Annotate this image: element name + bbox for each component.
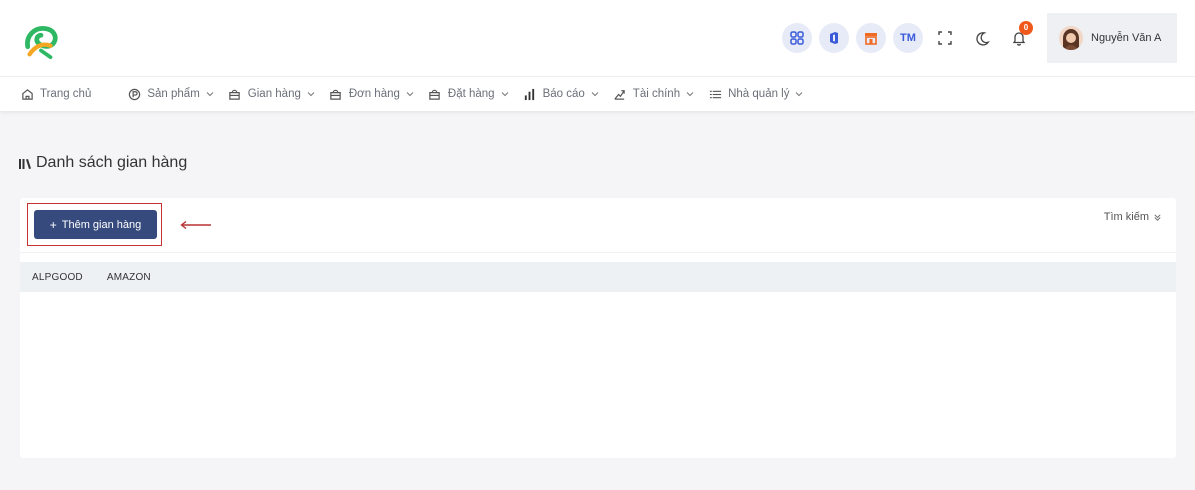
divider <box>20 252 1176 253</box>
notifications-button[interactable]: 0 <box>1004 21 1034 53</box>
top-header: TM 0 Nguyễn Văn A <box>0 0 1195 76</box>
library-icon <box>19 159 31 169</box>
store-tabs: ALPGOOD AMAZON <box>20 262 1176 292</box>
store-icon[interactable] <box>856 23 886 53</box>
notification-count-badge: 0 <box>1019 21 1033 35</box>
home-icon <box>20 87 34 101</box>
chevron-down-icon <box>686 90 694 98</box>
page-heading: Danh sách gian hàng <box>18 152 187 174</box>
arrow-left-icon <box>180 220 211 230</box>
plus-icon: + <box>49 217 57 232</box>
nav-item-purchase[interactable]: Đặt hàng <box>428 87 509 101</box>
chevron-down-icon <box>406 90 414 98</box>
nav-item-finance[interactable]: Tài chính <box>613 87 694 101</box>
add-button-highlight: + Thêm gian hàng <box>27 203 162 246</box>
list-icon <box>708 87 722 101</box>
chevron-down-icon <box>206 90 214 98</box>
apps-grid-icon[interactable] <box>782 23 812 53</box>
fullscreen-icon[interactable] <box>930 23 960 53</box>
chevron-down-icon <box>501 90 509 98</box>
bag-icon <box>428 87 442 101</box>
bag-icon <box>228 87 242 101</box>
bag-icon <box>329 87 343 101</box>
brand-logo-icon[interactable] <box>22 22 60 60</box>
tm-shortcut[interactable]: TM <box>893 23 923 53</box>
nav-item-stores[interactable]: Gian hàng <box>228 87 315 101</box>
add-store-button[interactable]: + Thêm gian hàng <box>34 210 157 239</box>
chevron-down-icon <box>591 90 599 98</box>
nav-item-orders[interactable]: Đơn hàng <box>329 87 414 101</box>
tab-amazon[interactable]: AMAZON <box>107 272 151 283</box>
page-title: Danh sách gian hàng <box>36 154 188 171</box>
chevron-down-icon <box>307 90 315 98</box>
moon-icon[interactable] <box>967 23 997 53</box>
bar-chart-icon <box>523 87 537 101</box>
nav-item-products[interactable]: Sản phẩm <box>127 87 214 101</box>
double-chevron-down-icon <box>1154 213 1161 221</box>
tab-alpgood[interactable]: ALPGOOD <box>32 272 83 283</box>
user-menu[interactable]: Nguyễn Văn A <box>1047 13 1177 63</box>
store-list-card: + Thêm gian hàng Tìm kiếm ALPGOOD AMAZON <box>20 198 1176 458</box>
header-actions: TM 0 Nguyễn Văn A <box>782 0 1195 76</box>
avatar-icon <box>1059 26 1083 50</box>
chevron-down-icon <box>795 90 803 98</box>
finance-icon <box>613 87 627 101</box>
main-nav: Trang chủ Sản phẩm Gian hàng Đơn hàng Đặ… <box>0 76 1195 111</box>
office-icon[interactable] <box>819 23 849 53</box>
search-toggle[interactable]: Tìm kiếm <box>1104 211 1162 223</box>
nav-item-managers[interactable]: Nhà quản lý <box>708 87 803 101</box>
user-name: Nguyễn Văn A <box>1091 32 1162 44</box>
product-icon <box>127 87 141 101</box>
nav-item-reports[interactable]: Báo cáo <box>523 87 599 101</box>
nav-item-home[interactable]: Trang chủ <box>20 87 91 101</box>
